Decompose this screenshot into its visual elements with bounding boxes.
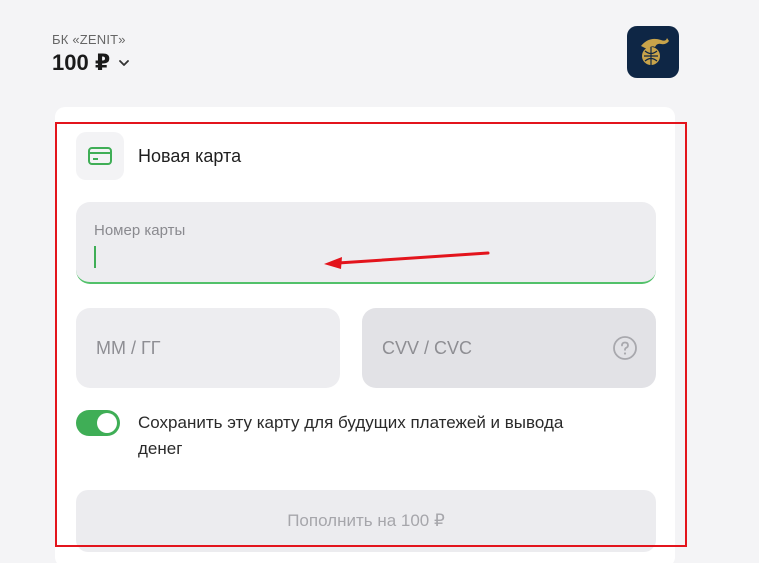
expiry-date-input[interactable]: ММ / ГГ <box>76 308 340 388</box>
question-circle-icon[interactable] <box>612 335 638 361</box>
expiry-placeholder: ММ / ГГ <box>96 338 161 358</box>
top-up-button[interactable]: Пополнить на 100 ₽ <box>76 490 656 552</box>
chevron-down-icon <box>119 60 130 66</box>
merchant-name: БК «ZENIT» <box>52 32 126 47</box>
card-number-label: Номер карты <box>94 222 186 239</box>
cvv-placeholder: CVV / CVC <box>382 338 473 358</box>
card-type-label: Новая карта <box>138 145 242 166</box>
payment-amount: 100 ₽ <box>52 50 111 75</box>
annotation-arrow <box>324 251 490 269</box>
save-card-label: Сохранить эту карту для будущих платежей… <box>138 413 564 458</box>
credit-card-icon <box>76 132 124 180</box>
card-type-selector[interactable]: Новая карта <box>76 132 241 180</box>
text-caret <box>94 246 96 268</box>
zenit-club-logo-icon <box>627 26 679 78</box>
toggle-knob <box>97 413 117 433</box>
cvv-input[interactable]: CVV / CVC <box>362 308 656 388</box>
save-card-row: Сохранить эту карту для будущих платежей… <box>76 410 598 462</box>
amount-selector[interactable]: 100 ₽ <box>52 50 130 76</box>
save-card-toggle[interactable] <box>76 410 120 436</box>
